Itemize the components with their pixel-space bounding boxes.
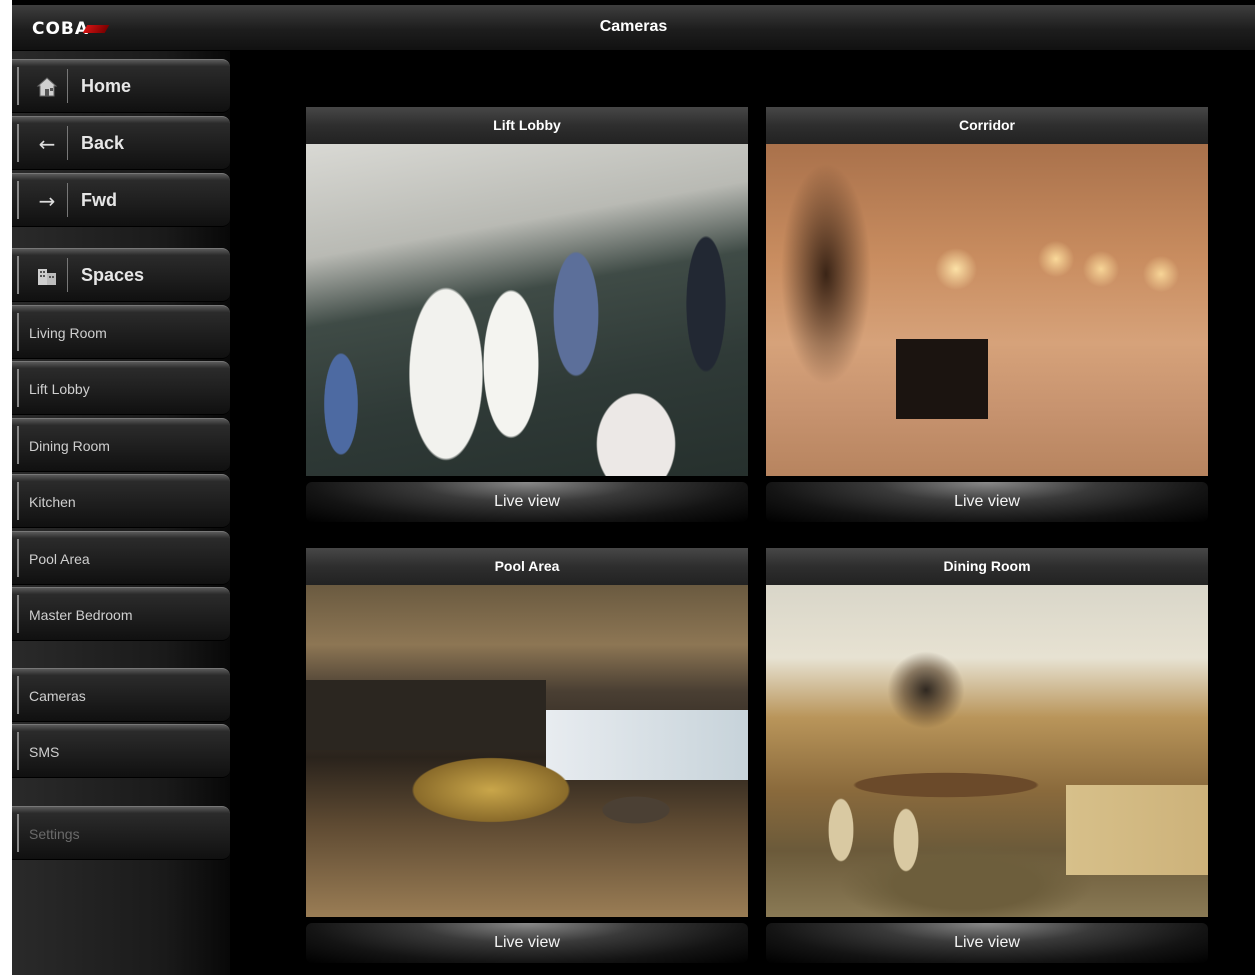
sidebar-item-settings[interactable]: Settings bbox=[12, 806, 230, 860]
camera-title: Dining Room bbox=[766, 548, 1208, 585]
building-icon bbox=[32, 262, 62, 290]
camera-title: Lift Lobby bbox=[306, 107, 748, 144]
sidebar-item-kitchen[interactable]: Kitchen bbox=[12, 474, 230, 528]
arrow-left-icon: ← bbox=[38, 132, 56, 156]
live-view-button[interactable]: Live view bbox=[306, 923, 748, 963]
sidebar-item-sms[interactable]: SMS bbox=[12, 724, 230, 778]
sidebar: Home ← Back → Fwd Spaces Living Room Lif… bbox=[12, 51, 230, 975]
camera-title: Pool Area bbox=[306, 548, 748, 585]
sidebar-item-label: SMS bbox=[29, 744, 60, 760]
sidebar-item-label: Settings bbox=[29, 826, 80, 842]
nav-home-label: Home bbox=[81, 76, 132, 96]
sidebar-item-lift-lobby[interactable]: Lift Lobby bbox=[12, 361, 230, 415]
nav-spaces-button[interactable]: Spaces bbox=[12, 248, 230, 302]
camera-feed-image[interactable] bbox=[306, 585, 748, 917]
sidebar-item-living-room[interactable]: Living Room bbox=[12, 305, 230, 359]
sidebar-item-label: Dining Room bbox=[29, 438, 110, 454]
sidebar-item-cameras[interactable]: Cameras bbox=[12, 668, 230, 722]
sidebar-item-dining-room[interactable]: Dining Room bbox=[12, 418, 230, 472]
sidebar-item-label: Cameras bbox=[29, 688, 86, 704]
arrow-right-icon: → bbox=[38, 189, 56, 213]
sidebar-item-label: Lift Lobby bbox=[29, 381, 90, 397]
page-title: Cameras bbox=[599, 18, 668, 35]
camera-tile-pool-area: Pool Area Live view bbox=[306, 548, 748, 963]
divider bbox=[67, 183, 68, 217]
sidebar-item-label: Living Room bbox=[29, 325, 107, 341]
divider bbox=[67, 258, 68, 292]
sidebar-item-label: Kitchen bbox=[29, 494, 76, 510]
nav-spaces-label: Spaces bbox=[81, 265, 145, 285]
nav-back-label: Back bbox=[81, 133, 125, 153]
sidebar-item-master-bedroom[interactable]: Master Bedroom bbox=[12, 587, 230, 641]
live-view-button[interactable]: Live view bbox=[306, 482, 748, 522]
camera-tile-corridor: Corridor Live view bbox=[766, 107, 1208, 522]
camera-feed-image[interactable] bbox=[306, 144, 748, 476]
camera-feed-image[interactable] bbox=[766, 585, 1208, 917]
nav-home-button[interactable]: Home bbox=[12, 59, 230, 113]
camera-feed-image[interactable] bbox=[766, 144, 1208, 476]
camera-tile-lift-lobby: Lift Lobby Live view bbox=[306, 107, 748, 522]
nav-fwd-button[interactable]: → Fwd bbox=[12, 173, 230, 227]
camera-title: Corridor bbox=[766, 107, 1208, 144]
sidebar-item-label: Master Bedroom bbox=[29, 607, 133, 623]
divider bbox=[67, 126, 68, 160]
sidebar-item-pool-area[interactable]: Pool Area bbox=[12, 531, 230, 585]
home-icon bbox=[32, 73, 62, 101]
sidebar-item-label: Pool Area bbox=[29, 551, 90, 567]
page-gutter bbox=[0, 0, 12, 975]
nav-fwd-label: Fwd bbox=[81, 190, 117, 210]
camera-tile-dining-room: Dining Room Live view bbox=[766, 548, 1208, 963]
nav-back-button[interactable]: ← Back bbox=[12, 116, 230, 170]
live-view-button[interactable]: Live view bbox=[766, 482, 1208, 522]
divider bbox=[67, 69, 68, 103]
live-view-button[interactable]: Live view bbox=[766, 923, 1208, 963]
top-bar: COBA Cameras bbox=[12, 5, 1255, 51]
